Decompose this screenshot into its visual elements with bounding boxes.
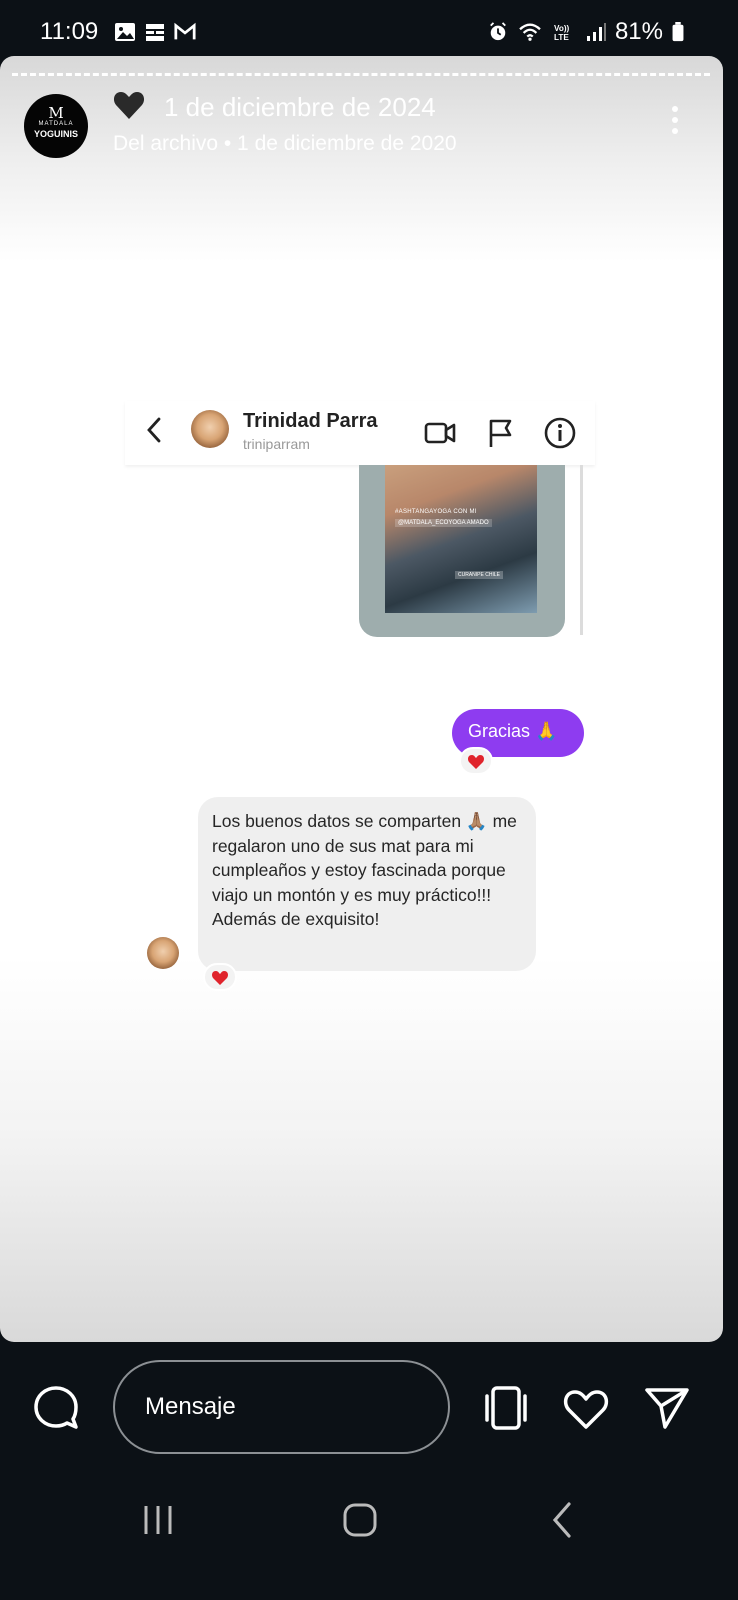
received-message-bubble: Los buenos datos se comparten 🙏🏽 me rega…: [198, 797, 536, 971]
contact-name: Trinidad Parra: [243, 410, 378, 432]
battery-icon: [672, 22, 684, 42]
message-placeholder: Mensaje: [145, 1393, 236, 1420]
recent-apps-icon[interactable]: [138, 1500, 178, 1540]
message-reaction: [203, 963, 237, 991]
account-avatar[interactable]: M MATDALA YOGUINIS: [24, 94, 88, 158]
story-frames-icon[interactable]: [482, 1384, 530, 1432]
svg-text:Vo)): Vo)): [554, 24, 570, 33]
story-date: 1 de diciembre de 2024: [164, 92, 436, 122]
alarm-icon: [490, 22, 506, 41]
status-bar: 11:09 Vo)) LTE 81%: [0, 0, 723, 56]
gallery-icon: [115, 23, 135, 41]
info-icon: [544, 417, 576, 449]
red-heart-icon: [212, 971, 228, 985]
back-nav-icon[interactable]: [543, 1500, 583, 1540]
gmail-icon: [174, 22, 196, 40]
battery-percent: 81%: [614, 18, 663, 45]
contact-avatar-small: [147, 937, 179, 969]
archive-note: Del archivo • 1 de diciembre de 2020: [113, 132, 457, 155]
signal-icon: [586, 23, 606, 41]
black-heart-icon: [113, 92, 145, 119]
story-progress-bar: [12, 73, 710, 76]
volte-icon: Vo))LTE: [554, 24, 570, 42]
shared-story-post: #ASHTANGAYOGA CON MI @MATDALA_ECOYOGA AM…: [359, 465, 565, 637]
story-view[interactable]: M MATDALA YOGUINIS 1 de diciembre de 202…: [0, 56, 723, 1342]
wifi-icon: [519, 23, 541, 41]
shared-post-image: #ASHTANGAYOGA CON MI @MATDALA_ECOYOGA AM…: [385, 465, 537, 613]
svg-text:LTE: LTE: [554, 33, 569, 42]
home-icon[interactable]: [340, 1500, 380, 1540]
logo-text-top: MATDALA: [38, 121, 74, 127]
comment-icon[interactable]: [32, 1384, 80, 1432]
chat-header: Trinidad Parra triniparram: [125, 401, 595, 465]
cast-icon: [146, 24, 164, 41]
more-options-icon[interactable]: [668, 106, 682, 142]
send-icon[interactable]: [643, 1384, 691, 1432]
red-heart-icon: [468, 755, 484, 769]
flag-icon: [489, 419, 512, 447]
status-time: 11:09: [40, 18, 99, 45]
contact-handle: triniparram: [243, 436, 310, 452]
scroll-indicator: [580, 465, 583, 635]
logo-text-bottom: YOGUINIS: [33, 129, 78, 139]
chat-screenshot: Trinidad Parra triniparram #ASHTANGAYOGA…: [125, 401, 595, 991]
back-arrow-icon: [147, 417, 161, 443]
contact-avatar: [191, 410, 229, 448]
heart-like-icon[interactable]: [562, 1384, 610, 1432]
message-reaction: [459, 747, 493, 775]
video-call-icon: [424, 422, 456, 444]
